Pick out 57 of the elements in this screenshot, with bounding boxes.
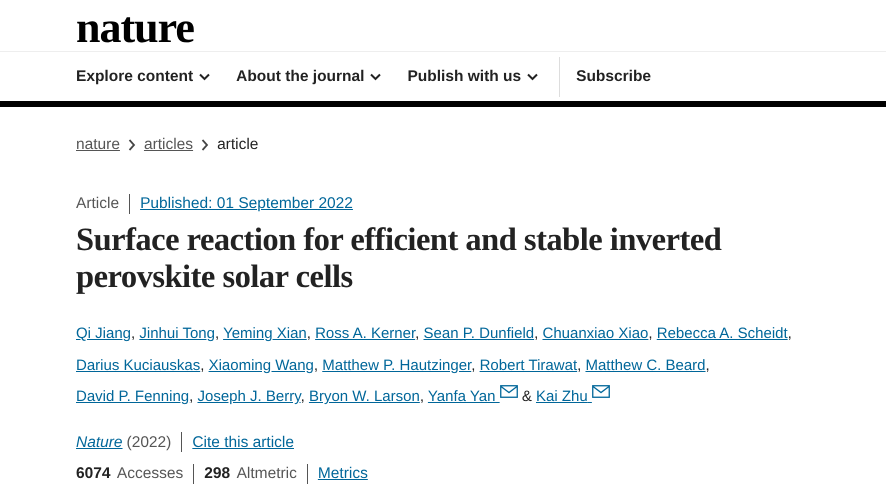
- email-icon[interactable]: [592, 385, 610, 398]
- nav-menu-button[interactable]: Subscribe: [576, 64, 652, 88]
- author-link[interactable]: Sean P. Dunfield: [424, 325, 534, 342]
- author-link[interactable]: Darius Kuciauskas: [76, 356, 200, 374]
- breadcrumb-current: article: [217, 135, 258, 155]
- author-separator: ,: [131, 325, 136, 342]
- author-separator: ,: [471, 356, 476, 374]
- author-link[interactable]: Ross A. Kerner: [315, 325, 416, 342]
- author-link[interactable]: Matthew C. Beard: [585, 356, 706, 374]
- metric-stat: 298 Altmetric: [204, 464, 297, 484]
- metrics-link[interactable]: Metrics: [318, 462, 368, 486]
- article-title: Surface reaction for efficient and stable inverted perovskite solar cells: [76, 222, 722, 296]
- nav-menu-button[interactable]: About the journal: [236, 64, 382, 88]
- author-link[interactable]: Bryon W. Larson: [308, 388, 420, 406]
- author-separator: ,: [314, 356, 318, 374]
- author-link[interactable]: Kai Zhu: [536, 388, 610, 406]
- publication-year: (2022): [126, 432, 172, 453]
- chevron-right-icon: [201, 138, 210, 151]
- author-link[interactable]: Xiaoming Wang: [208, 356, 314, 374]
- author-link[interactable]: Qi Jiang: [76, 325, 132, 342]
- author-link[interactable]: Yeming Xian: [223, 325, 307, 342]
- cite-article-link[interactable]: Cite this article: [192, 430, 294, 454]
- published-date-link[interactable]: Published: 01 September 2022: [140, 192, 353, 216]
- author-separator: ,: [300, 388, 305, 406]
- breadcrumb-link[interactable]: nature: [76, 133, 120, 156]
- author-link[interactable]: Jinhui Tong: [139, 325, 215, 342]
- article-type: Article: [76, 194, 120, 214]
- author-separator: ,: [189, 388, 194, 406]
- chevron-down-icon: [527, 72, 538, 80]
- author-separator: ,: [420, 388, 424, 406]
- breadcrumb-link[interactable]: articles: [144, 133, 194, 156]
- author-separator: ,: [534, 325, 538, 342]
- author-link[interactable]: Robert Tirawat: [480, 356, 578, 374]
- author-separator: ,: [706, 356, 710, 374]
- nav-menu-button[interactable]: Explore content: [76, 64, 210, 88]
- author-link[interactable]: Matthew P. Hautzinger: [322, 356, 472, 374]
- chevron-down-icon: [370, 72, 382, 80]
- author-separator: ,: [648, 325, 653, 342]
- chevron-down-icon: [199, 72, 210, 80]
- journal-link[interactable]: Nature: [76, 430, 123, 454]
- author-link[interactable]: Chuanxiao Xiao: [542, 325, 648, 342]
- chevron-right-icon: [128, 138, 136, 151]
- author-separator: ,: [215, 325, 220, 342]
- author-separator: ,: [577, 356, 582, 374]
- author-separator: ,: [306, 325, 311, 342]
- author-link[interactable]: Rebecca A. Scheidt: [656, 325, 788, 342]
- author-separator: ,: [415, 325, 420, 342]
- author-separator: ,: [200, 356, 204, 374]
- email-icon[interactable]: [500, 385, 518, 398]
- author-separator: &: [522, 388, 532, 406]
- author-separator: ,: [788, 325, 792, 342]
- metric-stat: 6074 Accesses: [76, 464, 184, 484]
- nature-logo[interactable]: nature: [76, 6, 194, 50]
- nav-menu-button[interactable]: Publish with us: [407, 64, 538, 88]
- author-link[interactable]: Joseph J. Berry: [197, 388, 301, 406]
- author-link[interactable]: David P. Fenning: [76, 388, 190, 406]
- author-link[interactable]: Yanfa Yan: [428, 388, 518, 406]
